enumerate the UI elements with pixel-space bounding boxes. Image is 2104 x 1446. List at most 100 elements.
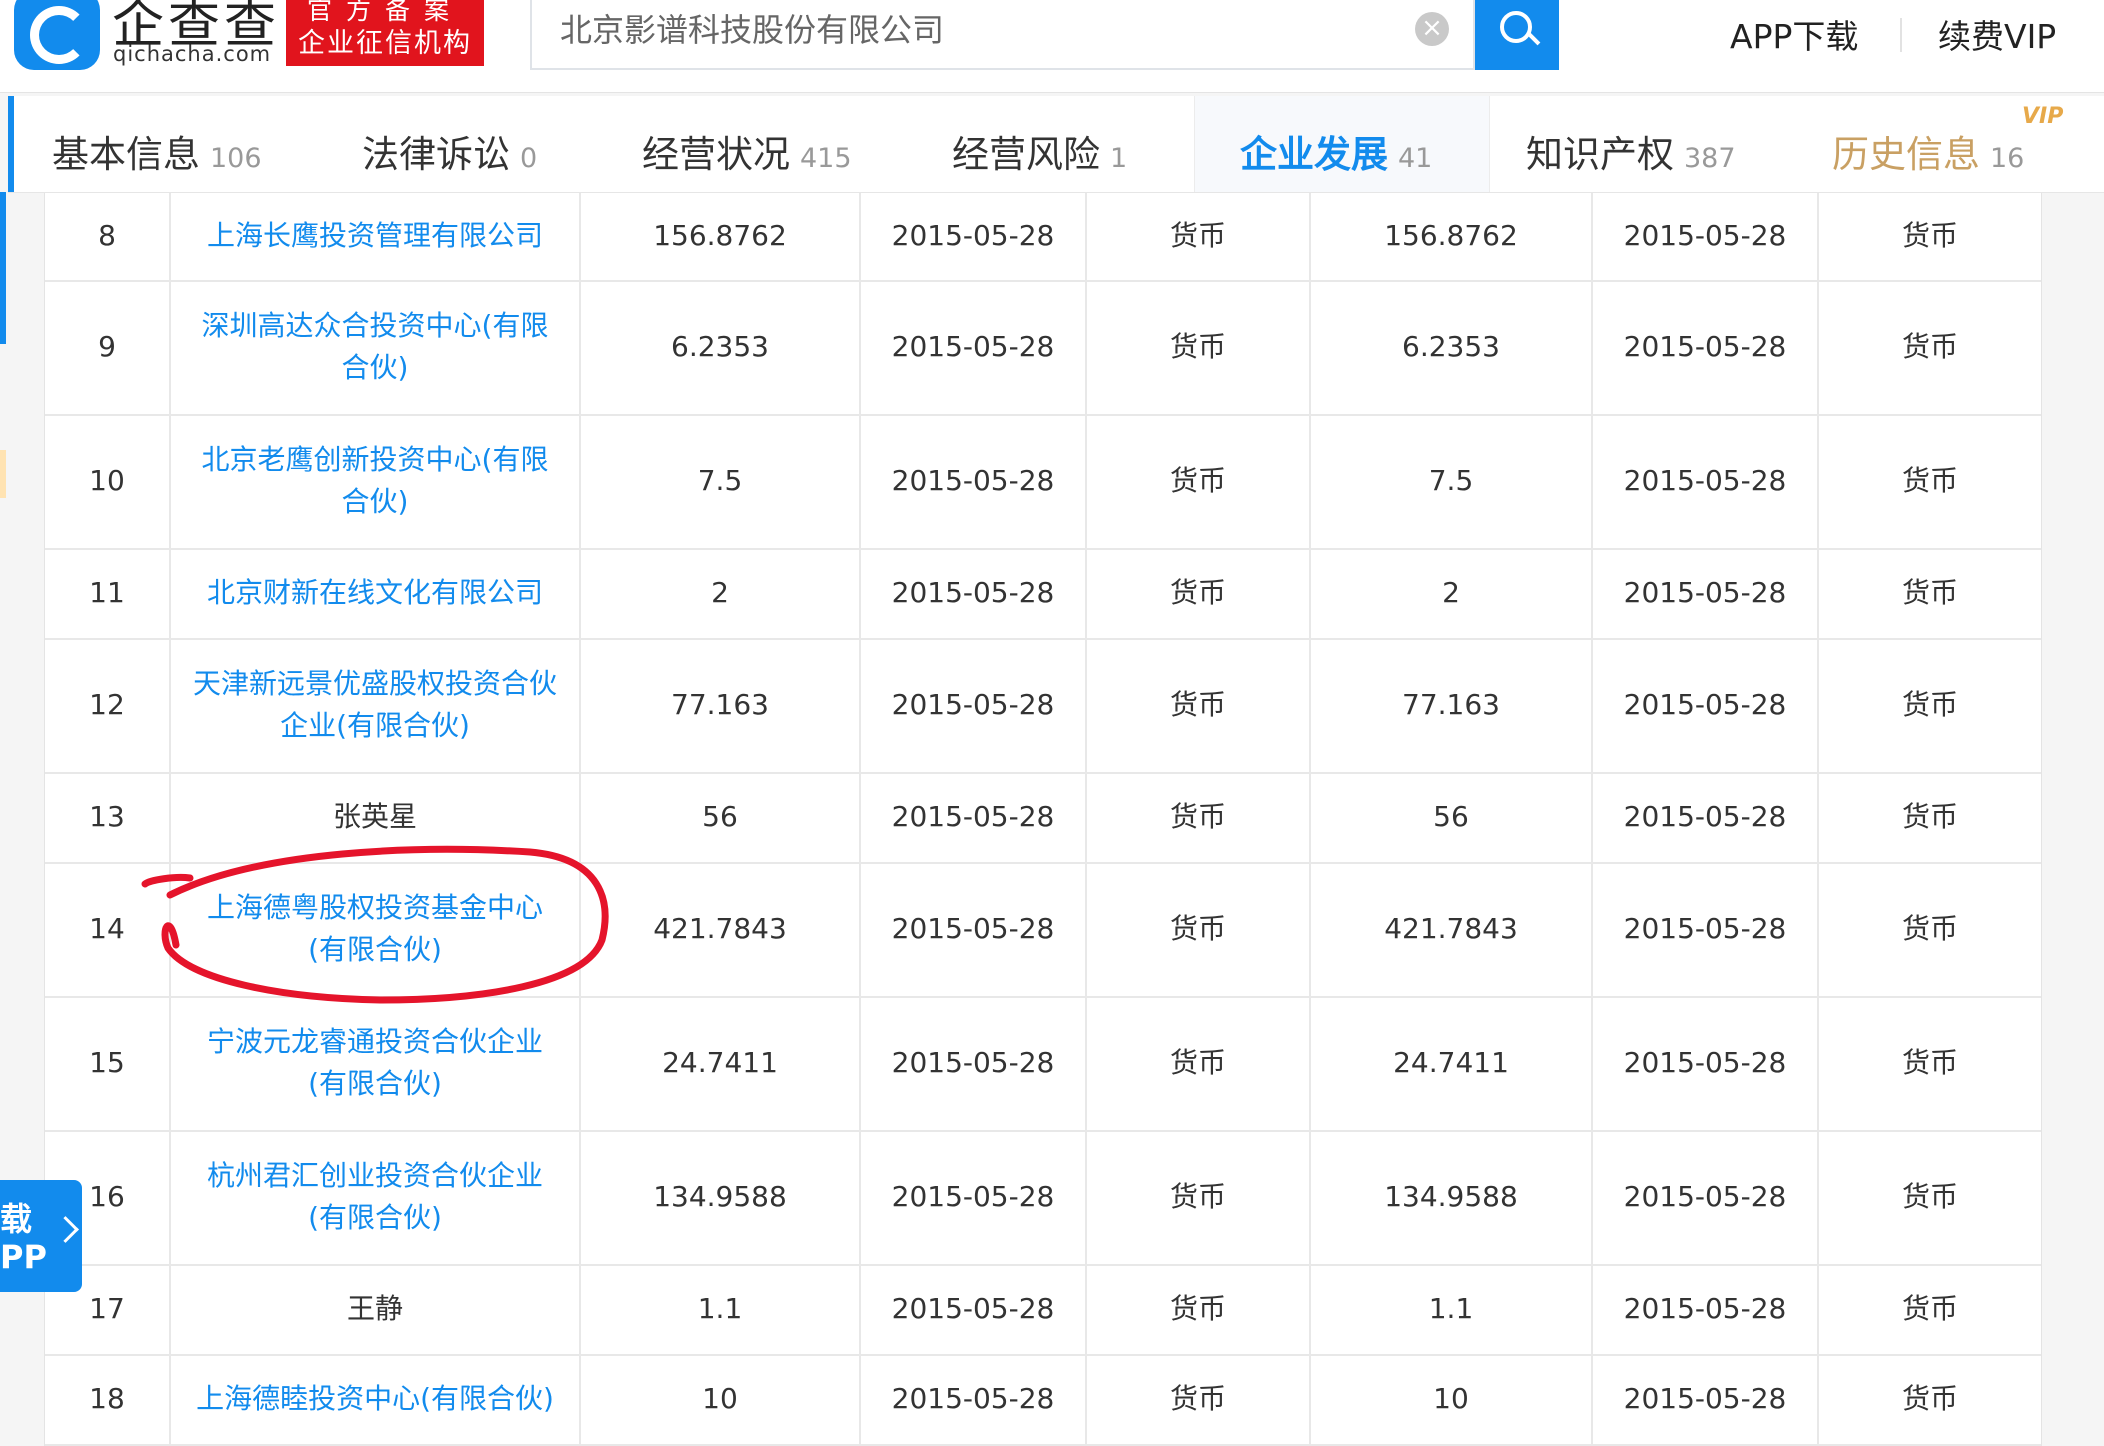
tab-operations[interactable]: 经营状况 415 xyxy=(642,124,852,178)
tab-label: 经营状况 xyxy=(642,133,790,176)
cell-paid-method: 货币 xyxy=(1817,862,2041,996)
logo-ring-icon xyxy=(30,6,88,64)
table-row: 14 上海德粤股权投资基金中心(有限合伙) 421.7843 2015-05-28 货币… xyxy=(45,862,2041,998)
table-row: 9 深圳高达众合投资中心(有限合伙) 6.2353 2015-05-28 货币 6.235… xyxy=(45,280,2041,416)
cell-paid-amount: 56 xyxy=(1309,772,1591,862)
cell-paid-date: 2015-05-28 xyxy=(1591,280,1817,414)
cell-shareholder-name[interactable]: 北京财新在线文化有限公司 xyxy=(169,548,579,638)
left-edge-accent xyxy=(0,192,6,344)
cell-subscribed-amount: 2 xyxy=(579,548,859,638)
tab-risk[interactable]: 经营风险 1 xyxy=(952,124,1127,178)
official-record-badge: 官方备案 企业征信机构 xyxy=(286,0,484,66)
cell-subscribed-method: 货币 xyxy=(1085,548,1309,638)
cell-paid-amount: 77.163 xyxy=(1309,638,1591,772)
cell-subscribed-amount: 134.9588 xyxy=(579,1130,859,1264)
search-button[interactable] xyxy=(1475,0,1559,70)
cell-subscribed-date: 2015-05-28 xyxy=(859,192,1085,280)
cell-subscribed-method: 货币 xyxy=(1085,772,1309,862)
tab-count: 387 xyxy=(1684,143,1736,174)
tab-label: 知识产权 xyxy=(1526,133,1674,176)
cell-shareholder-name[interactable]: 北京老鹰创新投资中心(有限合伙) xyxy=(169,414,579,548)
cell-paid-date: 2015-05-28 xyxy=(1591,1354,1817,1444)
cell-subscribed-date: 2015-05-28 xyxy=(859,1264,1085,1354)
tab-count: 41 xyxy=(1398,143,1433,174)
table-row: 18 上海德睦投资中心(有限合伙) 10 2015-05-28 货币 10 2015-05-… xyxy=(45,1354,2041,1446)
app-download-link[interactable]: APP下载 xyxy=(1730,10,1858,58)
tab-basic-info[interactable]: 基本信息 106 xyxy=(52,124,262,178)
tab-legal[interactable]: 法律诉讼 0 xyxy=(362,124,537,178)
table-row: 16 杭州君汇创业投资合伙企业(有限合伙) 134.9588 2015-05-28 货币… xyxy=(45,1130,2041,1266)
cell-paid-date: 2015-05-28 xyxy=(1591,862,1817,996)
cell-subscribed-amount: 156.8762 xyxy=(579,192,859,280)
cell-paid-method: 货币 xyxy=(1817,414,2041,548)
cell-paid-amount: 6.2353 xyxy=(1309,280,1591,414)
tab-count: 1 xyxy=(1110,143,1128,174)
cell-shareholder-name[interactable]: 杭州君汇创业投资合伙企业(有限合伙) xyxy=(169,1130,579,1264)
tab-label: 法律诉讼 xyxy=(362,133,510,176)
cell-paid-amount: 10 xyxy=(1309,1354,1591,1444)
cell-shareholder-name: 张英星 xyxy=(169,772,579,862)
cell-row-number: 18 xyxy=(89,1382,125,1415)
cell-shareholder-name[interactable]: 天津新远景优盛股权投资合伙企业(有限合伙) xyxy=(169,638,579,772)
cell-subscribed-method: 货币 xyxy=(1085,996,1309,1130)
cell-subscribed-amount: 1.1 xyxy=(579,1264,859,1354)
badge-bottom-text: 企业征信机构 xyxy=(298,28,472,59)
table-row: 11 北京财新在线文化有限公司 2 2015-05-28 货币 2 2015-05-28 货币 xyxy=(45,548,2041,640)
cell-paid-method: 货币 xyxy=(1817,1130,2041,1264)
search-icon xyxy=(1500,11,1532,43)
tab-count: 106 xyxy=(210,143,262,174)
cell-paid-amount: 134.9588 xyxy=(1309,1130,1591,1264)
download-app-float-button[interactable]: 载 PP xyxy=(0,1180,82,1292)
tab-ip[interactable]: 知识产权 387 xyxy=(1526,124,1736,178)
cell-paid-amount: 421.7843 xyxy=(1309,862,1591,996)
cell-subscribed-method: 货币 xyxy=(1085,192,1309,280)
tab-label: 基本信息 xyxy=(52,133,200,176)
cell-row-number: 10 xyxy=(89,464,125,497)
cell-paid-date: 2015-05-28 xyxy=(1591,996,1817,1130)
cell-shareholder-name[interactable]: 上海长鹰投资管理有限公司 xyxy=(169,192,579,280)
cell-subscribed-amount: 7.5 xyxy=(579,414,859,548)
cell-paid-date: 2015-05-28 xyxy=(1591,192,1817,280)
cell-subscribed-date: 2015-05-28 xyxy=(859,996,1085,1130)
cell-paid-method: 货币 xyxy=(1817,638,2041,772)
cell-shareholder-name[interactable]: 上海德睦投资中心(有限合伙) xyxy=(169,1354,579,1444)
cell-paid-method: 货币 xyxy=(1817,996,2041,1130)
header-divider xyxy=(1900,18,1902,52)
cell-shareholder-name[interactable]: 上海德粤股权投资基金中心(有限合伙) xyxy=(169,862,579,996)
search-input[interactable] xyxy=(558,8,1362,48)
tabs-left-accent xyxy=(8,96,14,192)
clear-search-icon[interactable]: × xyxy=(1415,12,1449,46)
cell-subscribed-amount: 421.7843 xyxy=(579,862,859,996)
table-row: 15 宁波元龙睿通投资合伙企业(有限合伙) 24.7411 2015-05-28 货币 2… xyxy=(45,996,2041,1132)
cell-paid-method: 货币 xyxy=(1817,1354,2041,1444)
tab-development[interactable]: 企业发展 41 xyxy=(1240,124,1432,178)
cell-subscribed-date: 2015-05-28 xyxy=(859,548,1085,638)
cell-paid-amount: 7.5 xyxy=(1309,414,1591,548)
renew-vip-link[interactable]: 续费VIP xyxy=(1938,10,2056,58)
tab-count: 0 xyxy=(520,143,538,174)
cell-subscribed-date: 2015-05-28 xyxy=(859,1130,1085,1264)
cell-paid-date: 2015-05-28 xyxy=(1591,1264,1817,1354)
tab-history[interactable]: 历史信息 16 xyxy=(1832,124,2024,178)
cell-shareholder-name[interactable]: 宁波元龙睿通投资合伙企业(有限合伙) xyxy=(169,996,579,1130)
search-icon-handle xyxy=(1527,32,1541,46)
cell-shareholder-name[interactable]: 深圳高达众合投资中心(有限合伙) xyxy=(169,280,579,414)
cell-subscribed-amount: 6.2353 xyxy=(579,280,859,414)
left-edge-marker xyxy=(0,450,6,498)
cell-paid-method: 货币 xyxy=(1817,772,2041,862)
tab-label: 企业发展 xyxy=(1240,133,1388,176)
qichacha-logo[interactable] xyxy=(14,0,100,70)
cell-subscribed-date: 2015-05-28 xyxy=(859,638,1085,772)
tab-label: 经营风险 xyxy=(952,133,1100,176)
cell-paid-date: 2015-05-28 xyxy=(1591,548,1817,638)
cell-subscribed-method: 货币 xyxy=(1085,280,1309,414)
cell-subscribed-method: 货币 xyxy=(1085,1264,1309,1354)
cell-subscribed-amount: 24.7411 xyxy=(579,996,859,1130)
cell-paid-date: 2015-05-28 xyxy=(1591,1130,1817,1264)
vip-icon: VIP xyxy=(2022,104,2064,129)
tab-count: 16 xyxy=(1990,143,2025,174)
cell-subscribed-date: 2015-05-28 xyxy=(859,772,1085,862)
badge-top-text: 官方备案 xyxy=(306,0,463,25)
cell-row-number: 11 xyxy=(89,576,125,609)
table-row: 10 北京老鹰创新投资中心(有限合伙) 7.5 2015-05-28 货币 7.5 2015… xyxy=(45,414,2041,550)
